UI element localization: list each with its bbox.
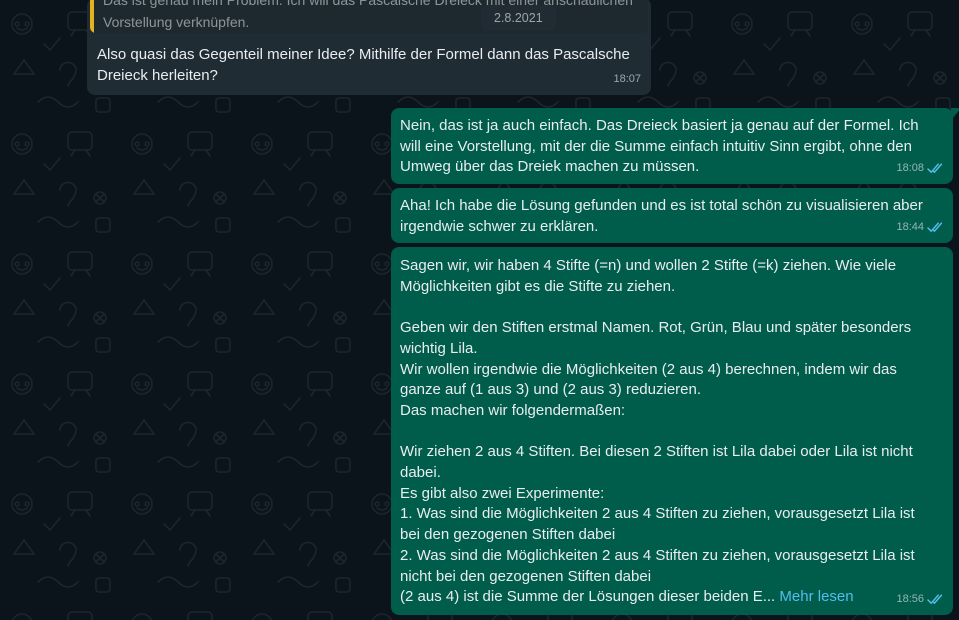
message-time: 18:08 <box>896 162 924 175</box>
message-meta: 18:56 <box>896 589 943 610</box>
double-check-icon <box>927 594 943 605</box>
message-time: 18:56 <box>896 593 924 606</box>
bubble-tail <box>951 108 959 120</box>
message-meta: 18:07 <box>613 69 641 90</box>
double-check-icon <box>927 222 943 233</box>
quoted-text: Das ist genau mein Problem. Ich will das… <box>103 0 633 30</box>
outgoing-message[interactable]: Nein, das ist ja auch einfach. Das Dreie… <box>391 108 959 184</box>
incoming-message[interactable]: Das ist genau mein Problem. Ich will das… <box>87 0 651 95</box>
message-text: Also quasi das Gegenteil meiner Idee? Mi… <box>97 46 630 84</box>
message-text: Sagen wir, wir haben 4 Stifte (=n) und w… <box>400 257 915 606</box>
message-time: 18:07 <box>613 73 641 86</box>
quote-accent-bar <box>90 0 94 33</box>
message-meta: 18:08 <box>896 158 943 179</box>
read-more-link[interactable]: Mehr lesen <box>779 588 853 605</box>
message-text-container: Sagen wir, wir haben 4 Stifte (=n) und w… <box>400 256 945 608</box>
message-text: Aha! Ich habe die Lösung gefunden und es… <box>400 197 923 235</box>
message-time: 18:44 <box>896 221 924 234</box>
outgoing-message[interactable]: Sagen wir, wir haben 4 Stifte (=n) und w… <box>391 247 953 615</box>
quoted-message[interactable]: Das ist genau mein Problem. Ich will das… <box>90 0 648 33</box>
double-check-icon <box>927 163 943 174</box>
message-text: Nein, das ist ja auch einfach. Das Dreie… <box>400 117 919 176</box>
outgoing-message[interactable]: Aha! Ich habe die Lösung gefunden und es… <box>391 188 953 243</box>
message-meta: 18:44 <box>896 217 943 238</box>
date-chip: 2.8.2021 <box>481 5 556 31</box>
